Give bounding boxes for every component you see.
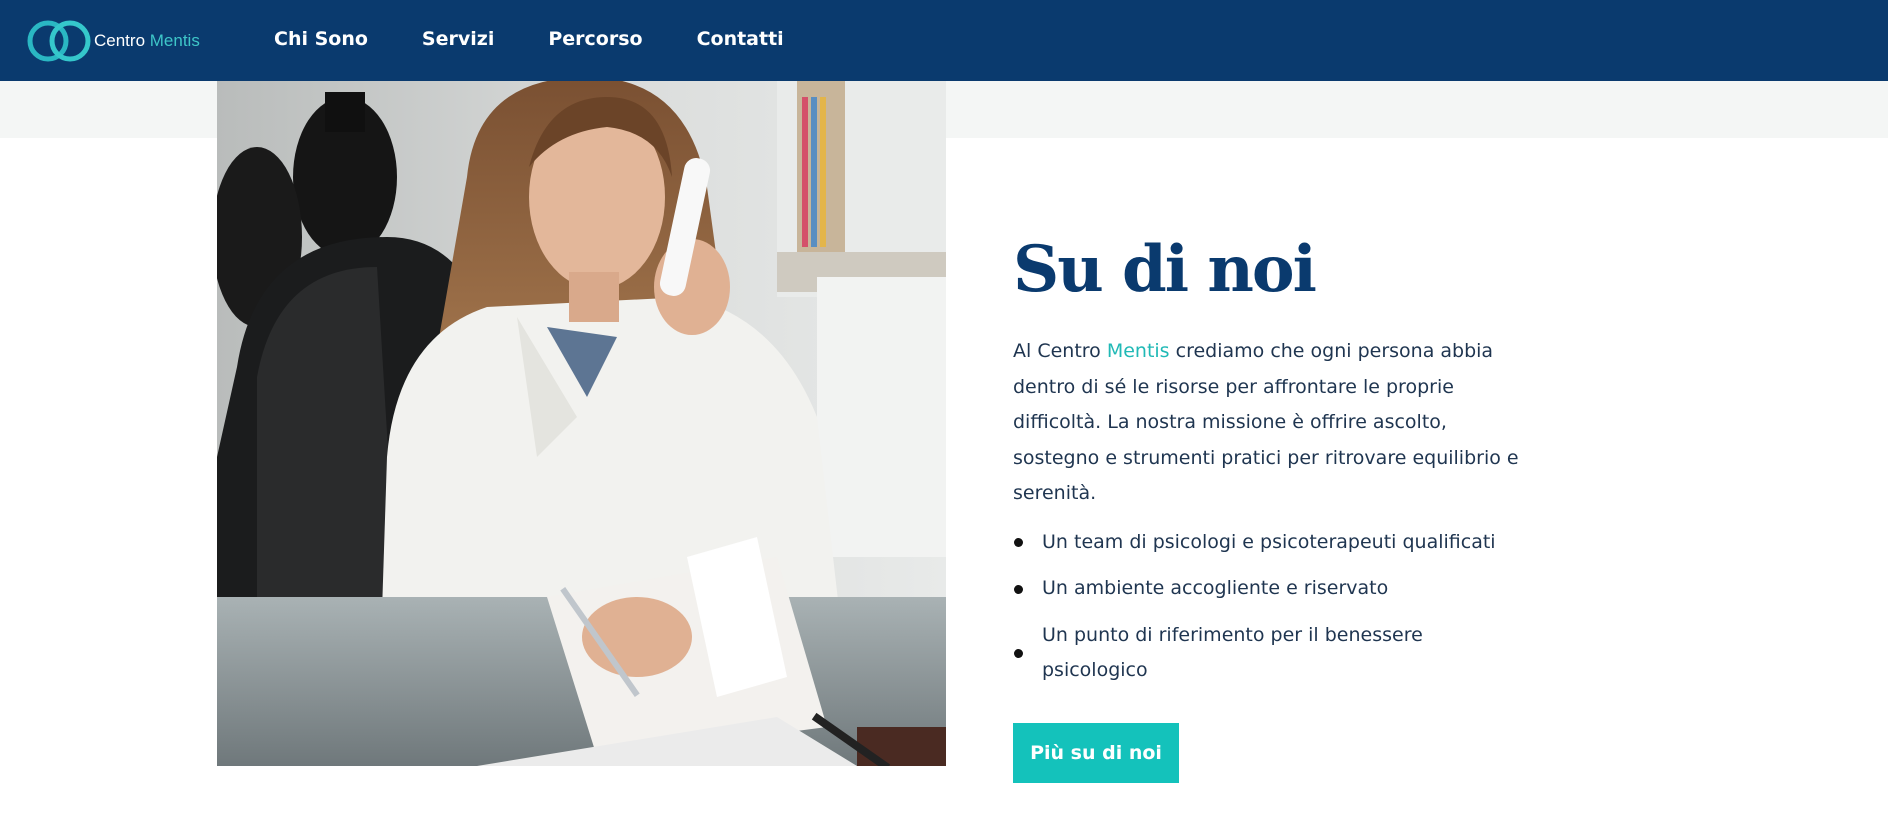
intro-brand-highlight: Mentis <box>1106 340 1170 362</box>
nav-link-contatti[interactable]: Contatti <box>697 28 784 50</box>
feature-item: Un punto di riferimento per il benessere… <box>1013 618 1533 689</box>
intro-text-start: Al Centro <box>1013 340 1107 362</box>
feature-text: Un ambiente accogliente e riservato <box>1042 577 1389 599</box>
logo-wordmark: Centro Mentis <box>94 31 200 51</box>
main-nav: Chi Sono Servizi Percorso Contatti <box>274 0 838 78</box>
logo[interactable]: Centro Mentis <box>26 18 200 64</box>
nav-link-servizi[interactable]: Servizi <box>422 28 494 50</box>
feature-item: Un team di psicologi e psicoterapeuti qu… <box>1013 525 1533 561</box>
nav-link-percorso[interactable]: Percorso <box>548 28 642 50</box>
nav-link-chi-sono[interactable]: Chi Sono <box>274 28 368 50</box>
more-about-us-button[interactable]: Più su di noi <box>1013 722 1179 783</box>
about-photo <box>217 37 946 766</box>
about-section: Su di noi Al Centro Mentis crediamo che … <box>1013 230 1533 783</box>
bullet-icon <box>1014 584 1023 594</box>
intro-text-end: crediamo che ogni persona abbia dentro d… <box>1013 340 1519 504</box>
about-intro: Al Centro Mentis crediamo che ogni perso… <box>1013 334 1533 512</box>
feature-text: Un team di psicologi e psicoterapeuti qu… <box>1042 530 1496 553</box>
bullet-icon <box>1014 538 1023 548</box>
logo-text-mentis: Mentis <box>149 31 200 50</box>
section-title: Su di noi <box>1013 232 1317 307</box>
logo-rings-icon <box>27 20 91 62</box>
site-header: Centro Mentis Chi Sono Servizi Percorso … <box>0 0 1888 81</box>
feature-item: Un ambiente accogliente e riservato <box>1013 571 1533 607</box>
feature-text: Un punto di riferimento per il benessere… <box>1042 623 1423 682</box>
features-list: Un team di psicologi e psicoterapeuti qu… <box>1013 525 1533 689</box>
bullet-icon <box>1014 649 1023 658</box>
logo-text-centro: Centro <box>94 31 146 50</box>
